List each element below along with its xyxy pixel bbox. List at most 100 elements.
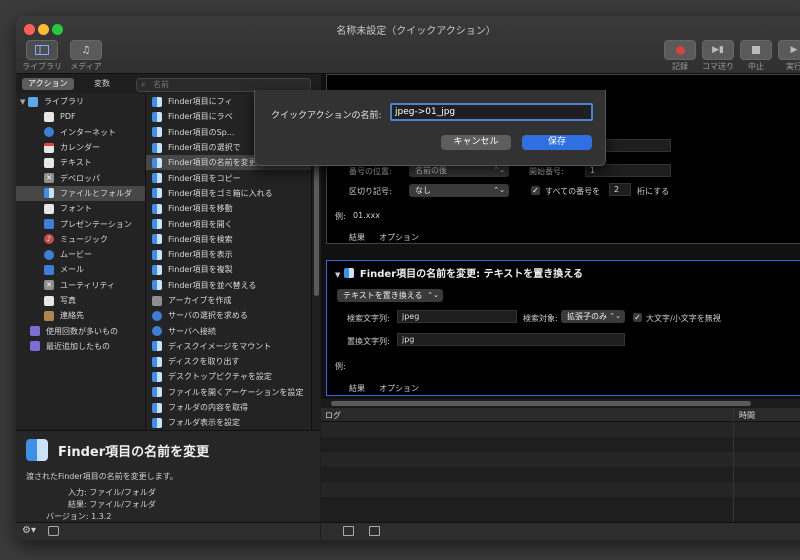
library-item-pdf[interactable]: PDF (16, 109, 145, 124)
digits-suffix: 桁にする (637, 187, 670, 196)
finder-icon (152, 142, 162, 153)
tab-options[interactable]: オプション (379, 232, 419, 243)
replace-mode-popup[interactable]: テキストを置き換える ⌃⌄ (337, 289, 443, 302)
finder-icon (152, 127, 162, 138)
run-button[interactable]: ▶ (778, 40, 800, 60)
ignore-case-checkbox[interactable]: ✓ (633, 313, 642, 322)
tab-results[interactable]: 結果 (349, 383, 365, 394)
action-description-pane: Finder項目の名前を変更 渡されたFinder項目の名前を変更します。 入力… (16, 430, 320, 522)
save-button[interactable]: 保存 (522, 135, 592, 150)
action-item[interactable]: Finder項目を開く (146, 216, 311, 231)
finder-icon (152, 249, 162, 260)
library-item-movies[interactable]: ムービー (16, 247, 145, 262)
action-item[interactable]: アーカイブを作成 (146, 293, 311, 308)
action-item[interactable]: Finder項目を並べ替える (146, 278, 311, 293)
action-item[interactable]: サーバへ接続 (146, 323, 311, 338)
finder-icon (152, 96, 162, 107)
digits-checkbox[interactable]: ✓ (531, 186, 540, 195)
library-item-utilities[interactable]: ✕ ユーティリティ (16, 278, 145, 293)
library-item-presentation[interactable]: プレゼンテーション (16, 216, 145, 231)
finder-icon (26, 439, 48, 461)
tab-options[interactable]: オプション (379, 383, 419, 394)
table-row (321, 422, 800, 437)
action-item[interactable]: ファイルを開くアーケーションを設定 (146, 385, 311, 400)
action-item[interactable]: Finder項目を移動 (146, 201, 311, 216)
target-label: 検索対象: (523, 314, 558, 323)
action-item[interactable]: デスクトップピクチャを設定 (146, 369, 311, 384)
finder-icon (152, 111, 162, 122)
workflow-horizontal-scrollbar[interactable] (321, 399, 800, 408)
finder-icon (152, 157, 162, 168)
disclosure-triangle-icon[interactable]: ▼ (335, 271, 340, 279)
library-item-photos[interactable]: 写真 (16, 293, 145, 308)
quick-action-name-input[interactable]: jpeg->01_jpg (390, 103, 593, 121)
library-icon (35, 45, 49, 55)
find-field[interactable]: jpeg (397, 310, 517, 323)
library-item-calendar[interactable]: カレンダー (16, 140, 145, 155)
stop-button[interactable] (740, 40, 772, 60)
action-item[interactable]: サーバの選択を求める (146, 308, 311, 323)
description-title: Finder項目の名前を変更 (58, 445, 210, 460)
tab-variables[interactable]: 変数 (88, 78, 116, 90)
finder-icon (152, 173, 162, 184)
action-item[interactable]: フォルダの内容を取得 (146, 400, 311, 415)
action-item[interactable]: Finder項目を表示 (146, 247, 311, 262)
library-item-music[interactable]: ♪ ミュージック (16, 232, 145, 247)
replace-field[interactable]: jpg (397, 333, 625, 346)
music-icon: ♪ (44, 234, 54, 245)
action-item[interactable]: Finder項目をゴミ箱に入れる (146, 186, 311, 201)
library-item-contacts[interactable]: 連絡先 (16, 308, 145, 323)
action-item[interactable]: ディスクを取り出す (146, 354, 311, 369)
finder-icon (152, 387, 162, 398)
library-item-root[interactable]: ▼ ライブラリ (16, 94, 145, 109)
library-toggle-label: ライブラリ (22, 62, 62, 71)
media-button[interactable]: ♫ (70, 40, 102, 60)
number-position-label: 番号の位置: (349, 167, 392, 176)
description-result: 結果: ファイル/フォルダ (68, 500, 156, 509)
disclosure-triangle-icon: ▼ (20, 97, 26, 106)
library-item-text[interactable]: テキスト (16, 155, 145, 170)
popup-arrows-icon: ⌃⌄ (609, 312, 621, 320)
globe-icon (44, 127, 54, 138)
separator-label: 区切り記号: (349, 187, 392, 196)
scrollbar-thumb[interactable] (331, 401, 751, 406)
library-item-fonts[interactable]: フォント (16, 201, 145, 216)
cancel-button[interactable]: キャンセル (441, 135, 511, 150)
variables-toggle-icon[interactable] (369, 526, 380, 536)
example-value: 01.xxx (353, 211, 380, 220)
separator-popup[interactable]: なし ⌃⌄ (409, 184, 509, 197)
tab-results[interactable]: 結果 (349, 232, 365, 243)
action-item[interactable]: Finder項目をコピー (146, 170, 311, 185)
column-divider (733, 408, 734, 522)
digits-field[interactable]: 2 (609, 183, 631, 196)
library-item-developer[interactable]: ✕ デベロッパ (16, 170, 145, 185)
library-item-most-used[interactable]: 使用回数が多いもの (16, 323, 145, 338)
finder-icon (152, 234, 162, 245)
log-list-icon[interactable] (343, 526, 354, 536)
record-button[interactable] (664, 40, 696, 60)
time-column-header[interactable]: 時間 (739, 410, 755, 421)
library-item-mail[interactable]: メール (16, 262, 145, 277)
step-button[interactable]: ▶▮ (702, 40, 734, 60)
search-icon: ⌕ (141, 80, 146, 89)
log-column-header[interactable]: ログ (325, 410, 341, 421)
action-item[interactable]: Finder項目を複製 (146, 262, 311, 277)
target-popup[interactable]: 拡張子のみ ⌃⌄ (561, 310, 625, 323)
library-toggle-button[interactable] (26, 40, 58, 60)
action-item[interactable]: フォルダ表示を設定 (146, 415, 311, 430)
library-folder-icon (28, 96, 38, 107)
right-footer-bar (321, 522, 800, 540)
description-toggle-icon[interactable] (48, 526, 59, 536)
action-card-replace-text[interactable]: ▼ Finder項目の名前を変更: テキストを置き換える テキストを置き換える ⌃… (326, 260, 800, 396)
library-item-recently-added[interactable]: 最近追加したもの (16, 339, 145, 354)
start-number-label: 開始番号: (529, 167, 564, 176)
tab-actions[interactable]: アクション (22, 78, 74, 90)
mail-icon (44, 264, 54, 275)
library-item-files-folders[interactable]: ファイルとフォルダ (16, 185, 145, 202)
library-item-internet[interactable]: インターネット (16, 125, 145, 140)
photos-icon (44, 295, 54, 306)
action-item[interactable]: ディスクイメージをマウント (146, 339, 311, 354)
action-item[interactable]: Finder項目を検索 (146, 232, 311, 247)
gear-menu-icon[interactable]: ⚙▾ (22, 525, 36, 536)
archive-icon (152, 295, 162, 306)
